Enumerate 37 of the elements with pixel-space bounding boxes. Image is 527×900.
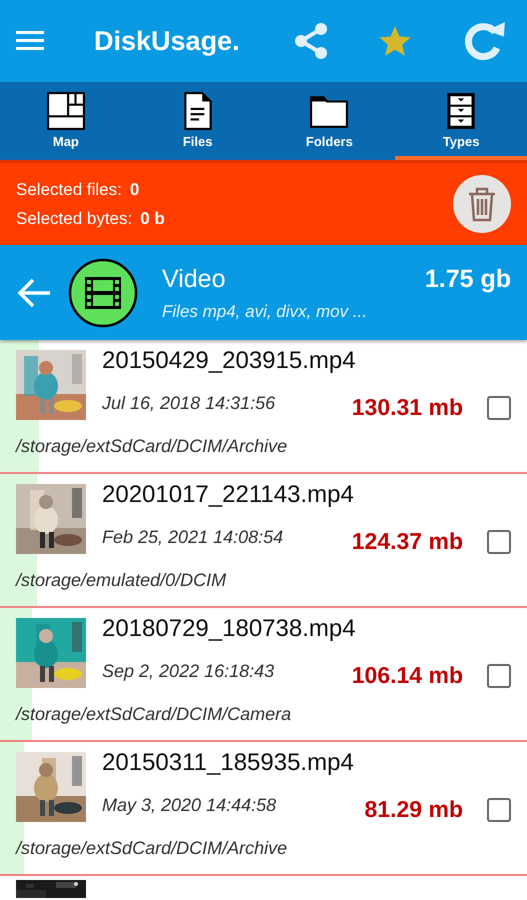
map-icon	[46, 92, 85, 130]
selection-label: Selected bytes:	[16, 208, 132, 230]
file-name: 20150429_203915.mp4	[102, 348, 357, 374]
tab[interactable]: Map	[0, 82, 132, 160]
file-date: Sep 2, 2022 16:18:43	[102, 660, 276, 684]
file-path: /storage/extSdCard/DCIM/Camera	[16, 702, 292, 726]
film-icon	[68, 258, 138, 328]
file-name: 20201017_221143.mp4	[102, 482, 355, 508]
checkbox[interactable]	[487, 798, 511, 822]
file-path: /storage/extSdCard/DCIM/Archive	[16, 836, 288, 860]
file-size: 130.31 mb	[352, 393, 463, 422]
file-name: 20150311_185935.mp4	[102, 750, 355, 776]
category-size: 1.75 gb	[424, 264, 511, 295]
tab[interactable]: Folders	[264, 82, 396, 160]
file-date: Jul 16, 2018 14:31:56	[102, 392, 276, 416]
file-size: 124.37 mb	[352, 527, 463, 556]
category-subtitle: Files mp4, avi, divx, mov ...	[162, 300, 368, 322]
file-date: May 3, 2020 14:44:58	[102, 794, 278, 818]
file-size: 106.14 mb	[352, 661, 463, 690]
app-title: DiskUsage.	[94, 24, 241, 58]
file-date: Feb 25, 2021 14:08:54	[102, 526, 284, 550]
selection-label: Selected files:	[16, 178, 122, 200]
share-icon[interactable]	[293, 22, 329, 60]
selection-value: 0 b	[140, 208, 165, 230]
menu-icon[interactable]	[16, 29, 46, 53]
trash-icon	[467, 186, 497, 222]
file-path: /storage/emulated/0/DCIM	[16, 568, 228, 592]
file-size: 81.29 mb	[364, 795, 463, 824]
checkbox[interactable]	[487, 664, 511, 688]
back-icon[interactable]	[16, 276, 52, 308]
file-name: 20180729_180738.mp4	[102, 616, 357, 642]
tab[interactable]: Files	[132, 82, 264, 160]
selection-value: 0	[130, 178, 140, 200]
file-path: /storage/extSdCard/DCIM/Archive	[16, 434, 288, 458]
category-title: Video	[162, 264, 226, 295]
checkbox[interactable]	[487, 396, 511, 420]
checkbox[interactable]	[487, 530, 511, 554]
